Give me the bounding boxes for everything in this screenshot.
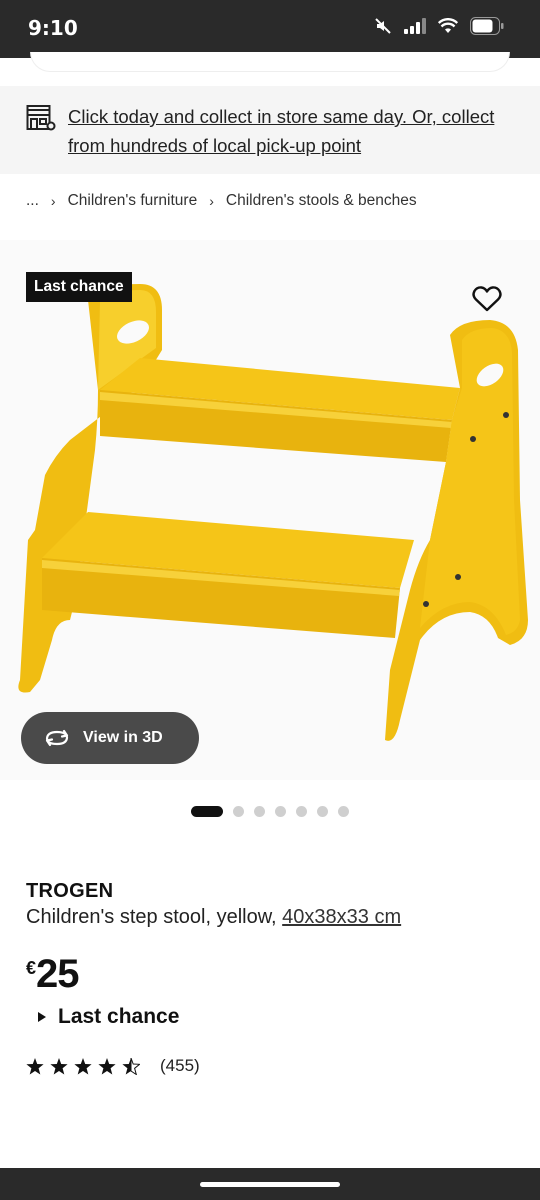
breadcrumb: ... › Children's furniture › Children's … bbox=[26, 192, 417, 210]
availability-label: Last chance bbox=[58, 1005, 180, 1028]
view-in-3d-button[interactable]: View in 3D bbox=[21, 712, 199, 764]
rotate-3d-icon bbox=[45, 729, 69, 747]
product-description-text: Children's step stool, yellow, bbox=[26, 906, 277, 928]
carousel-dot-7[interactable] bbox=[338, 806, 349, 817]
breadcrumb-childrens-stools[interactable]: Children's stools & benches bbox=[226, 192, 417, 210]
caret-right-icon bbox=[38, 1012, 46, 1022]
product-image-gallery[interactable] bbox=[0, 240, 540, 780]
last-chance-badge: Last chance bbox=[26, 272, 132, 302]
product-price: € 25 bbox=[26, 952, 80, 996]
chevron-right-icon: › bbox=[50, 193, 56, 209]
home-indicator[interactable] bbox=[200, 1182, 340, 1187]
star-icon bbox=[98, 1057, 116, 1074]
carousel-dot-1[interactable] bbox=[191, 806, 223, 817]
status-time: 9:10 bbox=[28, 16, 78, 40]
star-icon bbox=[50, 1057, 68, 1074]
star-icon bbox=[74, 1057, 92, 1074]
review-count: (455) bbox=[160, 1056, 200, 1075]
status-icons bbox=[374, 17, 504, 35]
chevron-right-icon: › bbox=[209, 193, 214, 209]
breadcrumb-childrens-furniture[interactable]: Children's furniture bbox=[68, 192, 198, 210]
mute-icon bbox=[375, 18, 391, 34]
product-name: TROGEN bbox=[26, 880, 114, 902]
status-bar: 9:10 bbox=[0, 0, 540, 58]
price-currency: € bbox=[26, 958, 37, 978]
pickup-banner-link[interactable]: Click today and collect in store same da… bbox=[68, 102, 518, 160]
store-icon bbox=[26, 105, 56, 131]
breadcrumb-ellipsis[interactable]: ... bbox=[26, 192, 39, 210]
star-icon bbox=[26, 1057, 44, 1074]
product-image bbox=[18, 284, 528, 741]
pickup-banner[interactable]: Click today and collect in store same da… bbox=[0, 86, 540, 174]
price-amount: 25 bbox=[36, 952, 79, 996]
half-star-icon bbox=[122, 1057, 140, 1075]
wifi-icon bbox=[438, 18, 458, 33]
signal-icon bbox=[404, 18, 426, 34]
view-in-3d-label: View in 3D bbox=[83, 729, 163, 746]
carousel-dot-4[interactable] bbox=[275, 806, 286, 817]
heart-icon[interactable] bbox=[470, 284, 504, 314]
carousel-dot-6[interactable] bbox=[317, 806, 328, 817]
carousel-dot-5[interactable] bbox=[296, 806, 307, 817]
carousel-dot-3[interactable] bbox=[254, 806, 265, 817]
rating[interactable]: (455) bbox=[26, 1056, 200, 1076]
search-bar-stub[interactable] bbox=[30, 52, 510, 72]
carousel-pagination[interactable] bbox=[191, 806, 349, 817]
product-description: Children's step stool, yellow, 40x38x33 … bbox=[26, 906, 401, 929]
battery-icon bbox=[470, 17, 504, 35]
product-dimensions-link[interactable]: 40x38x33 cm bbox=[282, 906, 401, 928]
carousel-dot-2[interactable] bbox=[233, 806, 244, 817]
availability-toggle[interactable]: Last chance bbox=[38, 1005, 179, 1029]
